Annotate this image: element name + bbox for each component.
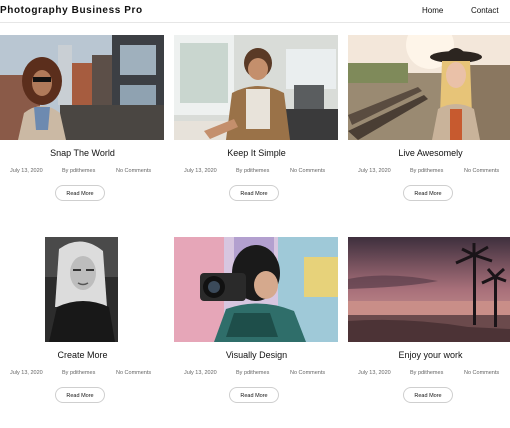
beach-sunset-photo [348, 237, 510, 342]
post-thumbnail[interactable] [45, 237, 118, 342]
post-title[interactable]: Enjoy your work [348, 350, 510, 360]
read-more-button[interactable]: Read More [229, 387, 279, 403]
post-date: July 13, 2020 [184, 370, 217, 376]
post-comments[interactable]: No Comments [116, 370, 151, 376]
read-more-button[interactable]: Read More [55, 185, 105, 201]
post-author[interactable]: By pdithemes [62, 168, 95, 174]
post-thumbnail[interactable] [174, 35, 338, 140]
post-title[interactable]: Visually Design [174, 350, 339, 360]
post-date: July 13, 2020 [10, 168, 43, 174]
post-date: July 13, 2020 [358, 168, 391, 174]
read-more-button[interactable]: Read More [403, 185, 453, 201]
bw-portrait-photo [45, 237, 118, 342]
post-author[interactable]: By pdithemes [236, 168, 269, 174]
post-date: July 13, 2020 [358, 370, 391, 376]
site-header: Photography Business Pro Home Contact [0, 0, 510, 23]
read-more-button[interactable]: Read More [55, 387, 105, 403]
post-date: July 13, 2020 [10, 370, 43, 376]
post-author[interactable]: By pdithemes [236, 370, 269, 376]
nav-home-link[interactable]: Home [422, 6, 443, 15]
photographer-camera-photo [174, 237, 338, 342]
nav-contact-link[interactable]: Contact [471, 6, 499, 15]
post-comments[interactable]: No Comments [116, 168, 151, 174]
woman-hat-railway-photo [348, 35, 510, 140]
read-more-button[interactable]: Read More [403, 387, 453, 403]
post-thumbnail[interactable] [348, 237, 510, 342]
post-title[interactable]: Snap The World [0, 148, 165, 158]
post-comments[interactable]: No Comments [464, 370, 499, 376]
post-title[interactable]: Create More [0, 350, 165, 360]
site-title[interactable]: Photography Business Pro [0, 5, 143, 16]
post-thumbnail[interactable] [174, 237, 338, 342]
post-thumbnail[interactable] [348, 35, 510, 140]
post-comments[interactable]: No Comments [290, 370, 325, 376]
post-author[interactable]: By pdithemes [62, 370, 95, 376]
post-title[interactable]: Keep It Simple [174, 148, 339, 158]
post-thumbnail[interactable] [0, 35, 164, 140]
read-more-button[interactable]: Read More [229, 185, 279, 201]
post-comments[interactable]: No Comments [290, 168, 325, 174]
woman-sunglasses-photo [0, 35, 164, 140]
post-author[interactable]: By pdithemes [410, 168, 443, 174]
post-date: July 13, 2020 [184, 168, 217, 174]
post-author[interactable]: By pdithemes [410, 370, 443, 376]
man-writing-photo [174, 35, 338, 140]
post-title[interactable]: Live Awesomely [348, 148, 510, 158]
post-comments[interactable]: No Comments [464, 168, 499, 174]
